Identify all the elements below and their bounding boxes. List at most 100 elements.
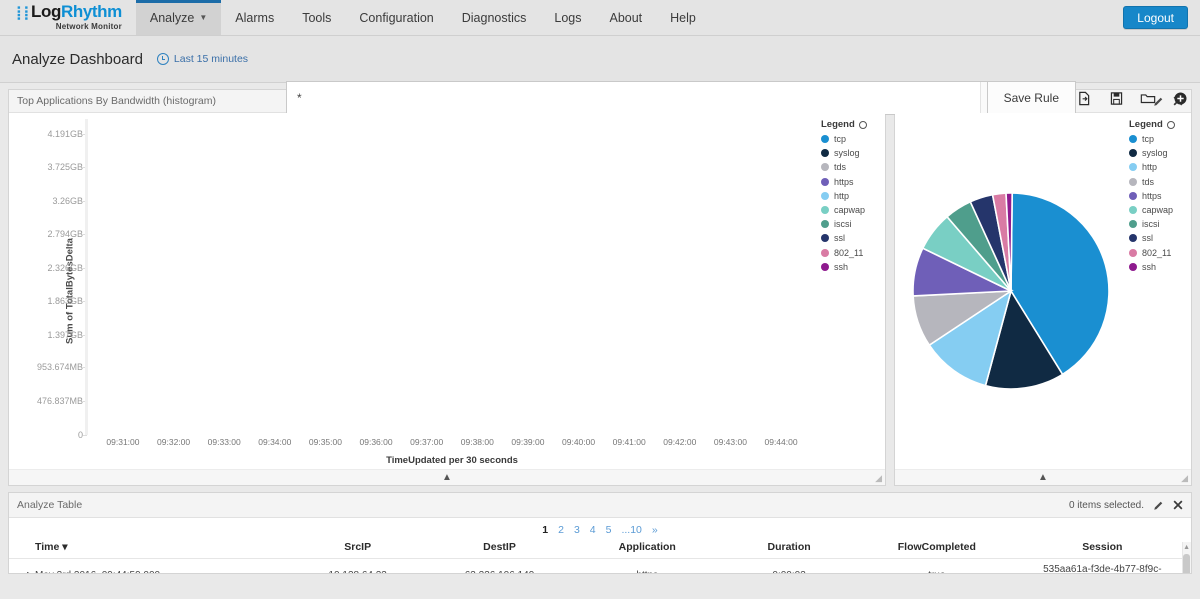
pagination-item-2[interactable]: 2 [558,524,564,536]
table-column-duration[interactable]: Duration [718,538,860,559]
table-column-application[interactable]: Application [576,538,718,559]
nav-item-tools-label: Tools [302,11,331,25]
pie-legend-item-https[interactable]: https [1129,191,1187,201]
pie-chart[interactable] [895,113,1127,469]
pie-legend-item-tcp[interactable]: tcp [1129,134,1187,144]
legend-item-iscsi[interactable]: iscsi [821,219,881,229]
sort-descending-icon: ▾ [62,541,67,553]
search-input[interactable] [287,82,980,114]
legend-color-dot [821,135,829,143]
legend-settings-icon[interactable] [1167,121,1175,129]
chevron-up-icon[interactable]: ▲ [442,473,452,483]
pagination-item-[interactable]: » [652,524,658,536]
histogram-plot-area [85,119,819,435]
legend-item-tds[interactable]: tds [821,162,881,172]
pie-legend-item-ssl[interactable]: ssl [1129,233,1187,243]
table-scrollbar-thumb[interactable] [1183,554,1190,573]
pie-legend-item-ssh[interactable]: ssh [1129,262,1187,272]
nav-item-logs-label: Logs [554,11,581,25]
legend-settings-icon[interactable] [859,121,867,129]
close-icon[interactable] [1173,500,1183,510]
table-cell-session: 535aa61a-f3de-4b77-8f9c-0573600b5394 [1014,559,1191,574]
table-row[interactable]: ▶ May 3rd 2016, 09:44:59.000 10.128.64.2… [9,559,1191,574]
histogram-panel-footer: ▲ ◢ [9,469,885,485]
legend-item-802_11[interactable]: 802_11 [821,248,881,258]
legend-color-dot [821,263,829,271]
histogram-x-tick: 09:38:00 [461,437,494,447]
settings-gear-icon[interactable] [1172,90,1188,106]
legend-item-https[interactable]: https [821,177,881,187]
histogram-legend-title: Legend [821,119,881,130]
logout-button[interactable]: Logout [1123,6,1188,29]
pie-chart-svg [906,186,1116,396]
legend-item-tcp[interactable]: tcp [821,134,881,144]
legend-color-dot [821,192,829,200]
nav-item-diagnostics[interactable]: Diagnostics [448,0,541,35]
logout-button-label: Logout [1137,11,1174,25]
histogram-chart[interactable]: Sum of TotalBytesDelta 0476.837MB953.674… [9,113,885,469]
nav-item-logs[interactable]: Logs [540,0,595,35]
time-range-label: Last 15 minutes [174,53,248,65]
resize-grip-icon[interactable]: ◢ [875,473,882,484]
table-column-destip[interactable]: DestIP [423,538,577,559]
pagination-item-1[interactable]: 1 [542,524,548,536]
table-scrollbar[interactable]: ▲ [1182,542,1191,573]
histogram-x-tick: 09:37:00 [410,437,443,447]
histogram-legend: Legend tcp syslog tds https http capwap iscsi s… [821,119,881,276]
pie-legend-title: Legend [1129,119,1187,130]
open-folder-icon[interactable] [1140,90,1156,106]
histogram-y-tick: 3.725GB [47,162,83,172]
pie-legend-item-tds[interactable]: tds [1129,177,1187,187]
resize-grip-icon[interactable]: ◢ [1181,473,1188,484]
legend-item-ssh[interactable]: ssh [821,262,881,272]
scroll-up-icon[interactable]: ▲ [1183,544,1190,551]
legend-color-dot [1129,163,1137,171]
nav-item-about[interactable]: About [595,0,656,35]
pagination-item-3[interactable]: 3 [574,524,580,536]
histogram-x-tick: 09:33:00 [208,437,241,447]
selection-status: 0 items selected. [1069,500,1144,511]
top-navigation-bar: ⡇⡇LogRhythm Network Monitor Analyze ▼ Al… [0,0,1200,36]
chevron-up-icon[interactable]: ▲ [1038,473,1048,483]
legend-color-dot [1129,192,1137,200]
pie-legend-item-802_11[interactable]: 802_11 [1129,248,1187,258]
nav-item-analyze[interactable]: Analyze ▼ [136,0,221,35]
table-column-time-label: Time [35,541,59,553]
pagination-item-5[interactable]: 5 [606,524,612,536]
legend-item-label: tds [834,162,846,172]
pie-legend-item-iscsi[interactable]: iscsi [1129,219,1187,229]
time-range-selector[interactable]: Last 15 minutes [157,53,248,65]
nav-item-configuration[interactable]: Configuration [345,0,447,35]
histogram-y-tick: 476.837MB [37,396,83,406]
pie-legend-item-http[interactable]: http [1129,162,1187,172]
histogram-x-tick: 09:41:00 [613,437,646,447]
save-rule-button[interactable]: Save Rule [987,81,1076,115]
legend-item-ssl[interactable]: ssl [821,233,881,243]
legend-item-capwap[interactable]: capwap [821,205,881,215]
logo-dots-icon: ⡇⡇ [16,5,31,20]
pagination-item-4[interactable]: 4 [590,524,596,536]
legend-color-dot [1129,135,1137,143]
legend-item-label: capwap [834,205,865,215]
pie-legend-item-syslog[interactable]: syslog [1129,148,1187,158]
table-column-time[interactable]: Time ▾ [9,538,293,559]
nav-item-tools[interactable]: Tools [288,0,345,35]
nav-item-alarms[interactable]: Alarms [221,0,288,35]
legend-color-dot [821,234,829,242]
table-column-srcip[interactable]: SrcIP [293,538,423,559]
table-column-session[interactable]: Session [1014,538,1191,559]
new-rule-icon[interactable] [1076,90,1092,106]
table-cell-time: ▶ May 3rd 2016, 09:44:59.000 [9,559,293,574]
legend-item-http[interactable]: http [821,191,881,201]
legend-color-dot [1129,263,1137,271]
table-column-flowcompleted[interactable]: FlowCompleted [860,538,1014,559]
row-expand-icon[interactable]: ▶ [27,570,33,574]
save-icon[interactable] [1108,90,1124,106]
pie-legend-item-capwap[interactable]: capwap [1129,205,1187,215]
legend-item-syslog[interactable]: syslog [821,148,881,158]
histogram-x-tick: 09:32:00 [157,437,190,447]
pie-legend: Legend tcp syslog http tds https capwap iscsi s… [1129,119,1187,276]
pencil-icon[interactable] [1153,500,1164,511]
pagination-item-10[interactable]: ...10 [621,524,641,536]
nav-item-help[interactable]: Help [656,0,710,35]
